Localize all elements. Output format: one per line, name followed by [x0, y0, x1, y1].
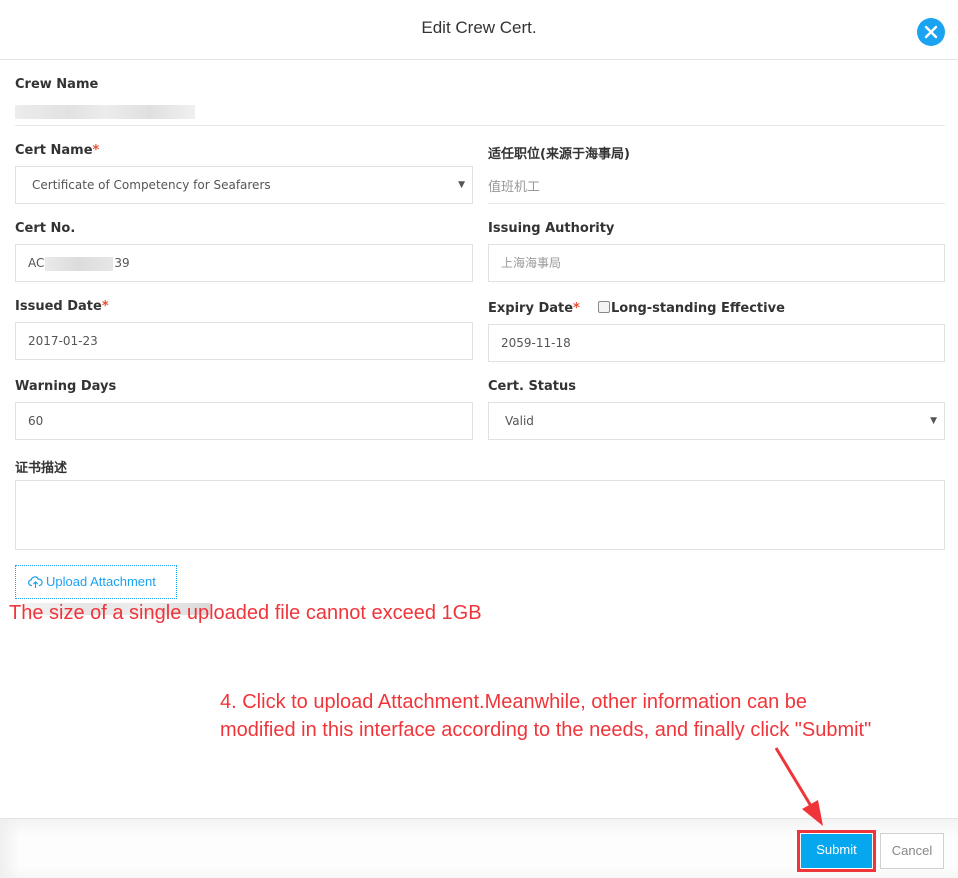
cert-status-label: Cert. Status: [488, 379, 577, 394]
required-mark: *: [101, 299, 109, 314]
cancel-button[interactable]: Cancel: [880, 833, 944, 869]
cert-no-suffix: 39: [114, 256, 130, 270]
cert-no-prefix: AC: [28, 256, 45, 270]
dialog-header: Edit Crew Cert.: [0, 0, 958, 60]
upload-attachment-button[interactable]: Upload Attachment: [15, 565, 177, 599]
close-button[interactable]: [917, 18, 945, 46]
position-label: 适任职位(来源于海事局): [488, 147, 630, 162]
arrow-shaft: [774, 747, 813, 807]
cert-name-label: Cert Name*: [15, 143, 99, 158]
dialog-title: Edit Crew Cert.: [421, 18, 537, 37]
cert-no-redacted: [45, 256, 114, 271]
issued-date-value: 2017-01-23: [28, 334, 98, 348]
issuing-authority-value: 上海海事局: [501, 256, 562, 270]
required-mark: *: [92, 143, 100, 158]
cert-name-label-text: Cert Name: [15, 143, 93, 158]
issuing-authority-input[interactable]: 上海海事局: [488, 244, 945, 282]
close-icon: [924, 25, 938, 39]
expiry-date-value: 2059-11-18: [501, 336, 571, 350]
submit-button[interactable]: Submit: [801, 834, 872, 868]
annotation-step-line-2: modified in this interface according to …: [220, 719, 872, 741]
issued-date-input[interactable]: 2017-01-23: [15, 322, 473, 360]
cert-name-value: Certificate of Competency for Seafarers: [32, 178, 271, 192]
expiry-date-label-text: Expiry Date: [488, 301, 574, 316]
crew-name-label: Crew Name: [15, 77, 99, 92]
issued-date-label-text: Issued Date: [15, 299, 102, 314]
description-label: 证书描述: [15, 461, 68, 476]
warning-days-value: 60: [28, 414, 44, 428]
warning-days-label: Warning Days: [15, 379, 117, 394]
expiry-date-label: Expiry Date*: [488, 301, 580, 316]
upload-attachment-label: Upload Attachment: [46, 574, 156, 589]
long-standing-option[interactable]: Long-standing Effective: [598, 301, 785, 316]
annotation-size-limit: The size of a single uploaded file canno…: [9, 602, 482, 624]
cert-name-select[interactable]: Certificate of Competency for Seafarers …: [15, 166, 473, 204]
long-standing-label: Long-standing Effective: [611, 301, 785, 316]
issuing-authority-label: Issuing Authority: [488, 221, 615, 236]
long-standing-checkbox[interactable]: [598, 301, 610, 313]
cert-status-select[interactable]: Valid ▼: [488, 402, 945, 440]
divider: [15, 125, 945, 126]
cert-status-value: Valid: [505, 414, 534, 428]
description-textarea[interactable]: [15, 480, 945, 550]
cloud-upload-icon: [28, 576, 43, 588]
cert-no-input[interactable]: AC 39: [15, 244, 473, 282]
cert-no-label: Cert No.: [15, 221, 76, 236]
position-value: 值班机工: [488, 180, 541, 195]
annotation-step-line-1: 4. Click to upload Attachment.Meanwhile,…: [220, 691, 807, 713]
chevron-down-icon: ▼: [458, 180, 465, 190]
chevron-down-icon: ▼: [930, 416, 937, 426]
expiry-date-input[interactable]: 2059-11-18: [488, 324, 945, 362]
annotation-step-4: 4. Click to upload Attachment.Meanwhile,…: [220, 688, 871, 744]
crew-name-value: [15, 105, 195, 119]
submit-highlight-box: Submit: [797, 830, 876, 872]
issued-date-label: Issued Date*: [15, 299, 109, 314]
warning-days-input[interactable]: 60: [15, 402, 473, 440]
divider: [488, 203, 945, 204]
required-mark: *: [573, 301, 580, 316]
